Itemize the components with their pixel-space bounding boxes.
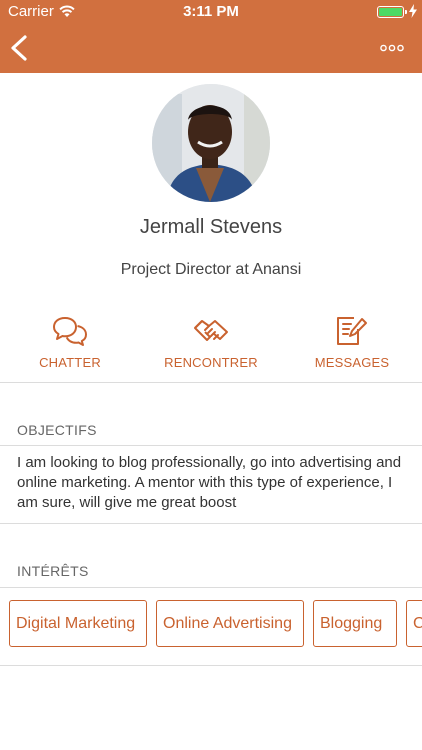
meet-button[interactable]: RENCONTRER bbox=[161, 315, 261, 370]
interest-chip[interactable]: Online Advertising bbox=[156, 600, 304, 647]
interests-heading: INTÉRÊTS bbox=[17, 563, 89, 579]
interest-chip[interactable]: Blogging bbox=[313, 600, 397, 647]
top-bar: Carrier 3:11 PM bbox=[0, 0, 422, 73]
messages-button-label: MESSAGES bbox=[314, 355, 390, 370]
status-bar: Carrier 3:11 PM bbox=[0, 0, 422, 24]
more-options-icon[interactable] bbox=[380, 44, 404, 52]
interest-chip[interactable]: C bbox=[406, 600, 422, 647]
divider bbox=[0, 523, 422, 524]
objectives-heading: OBJECTIFS bbox=[17, 422, 97, 438]
chat-button[interactable]: CHATTER bbox=[20, 315, 120, 370]
chat-button-label: CHATTER bbox=[39, 355, 101, 370]
meet-button-label: RENCONTRER bbox=[164, 355, 258, 370]
chat-bubbles-icon bbox=[53, 317, 87, 346]
interest-chip[interactable]: Digital Marketing bbox=[9, 600, 147, 647]
clock-label: 3:11 PM bbox=[183, 3, 239, 20]
objectives-text: I am looking to blog professionally, go … bbox=[17, 454, 402, 511]
divider bbox=[0, 665, 422, 666]
profile-job-title: Project Director at Anansi bbox=[120, 261, 302, 278]
back-chevron-icon[interactable] bbox=[8, 34, 30, 62]
divider bbox=[0, 587, 422, 588]
compose-note-icon bbox=[337, 317, 367, 345]
profile-name: Jermall Stevens bbox=[139, 216, 283, 238]
divider bbox=[0, 445, 422, 446]
battery-icon bbox=[377, 6, 407, 18]
messages-button[interactable]: MESSAGES bbox=[302, 315, 402, 370]
charging-bolt-icon bbox=[409, 4, 417, 18]
avatar bbox=[152, 84, 270, 202]
handshake-icon bbox=[194, 320, 228, 341]
divider bbox=[0, 382, 422, 383]
interests-chip-list[interactable]: Digital Marketing Online Advertising Blogg… bbox=[9, 600, 422, 648]
